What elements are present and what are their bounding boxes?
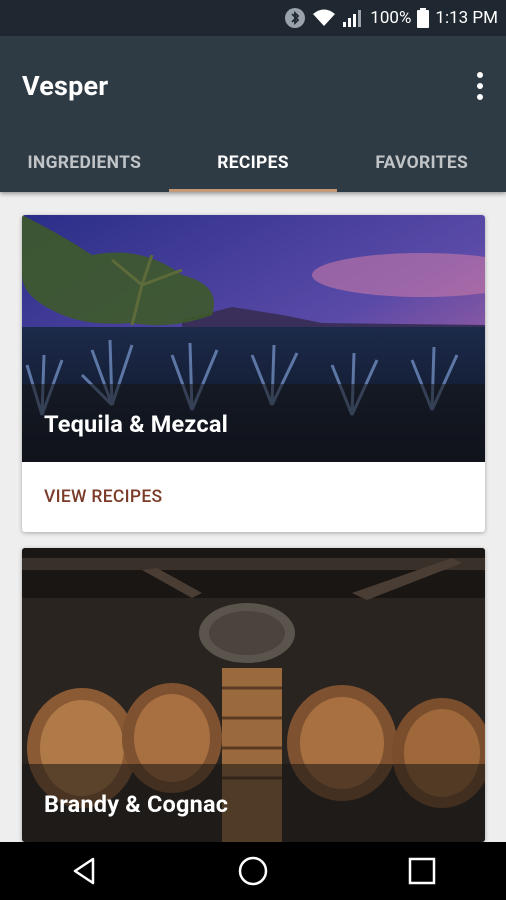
tab-favorites[interactable]: FAVORITES [337,134,506,192]
overflow-menu-icon[interactable] [476,72,484,100]
recipe-category-list[interactable]: Tequila & Mezcal VIEW RECIPES Brandy & C… [0,192,506,842]
status-bar: 100% 1:13 PM [0,0,506,36]
battery-percent: 100% [370,8,412,28]
wifi-icon [313,9,336,26]
status-icons: 100% 1:13 PM [284,0,498,36]
category-card[interactable]: Brandy & Cognac [22,548,485,842]
tequila-mezcal-image[interactable]: Tequila & Mezcal [22,215,485,462]
app-bar: Vesper INGREDIENTS RECIPES FAVORITES [0,36,506,192]
signal-icon [343,10,362,27]
recents-square-icon [408,857,435,885]
tab-recipes[interactable]: RECIPES [168,134,338,192]
tab-bar: INGREDIENTS RECIPES FAVORITES [0,134,506,192]
app-title: Vesper [22,70,109,102]
brandy-cognac-image[interactable]: Brandy & Cognac [22,548,485,842]
back-triangle-icon [74,857,95,885]
navigation-bar [0,842,506,900]
home-button[interactable] [218,847,288,895]
back-button[interactable] [49,847,119,895]
card-title: Tequila & Mezcal [44,410,229,438]
tab-ingredients[interactable]: INGREDIENTS [0,134,169,192]
bluetooth-icon [285,8,306,28]
view-recipes-button[interactable]: VIEW RECIPES [22,462,485,532]
home-circle-icon [238,856,268,886]
recents-button[interactable] [387,847,457,895]
card-title: Brandy & Cognac [44,790,229,818]
status-time: 1:13 PM [435,8,498,28]
battery-icon [417,8,430,28]
category-card[interactable]: Tequila & Mezcal VIEW RECIPES [22,215,485,532]
